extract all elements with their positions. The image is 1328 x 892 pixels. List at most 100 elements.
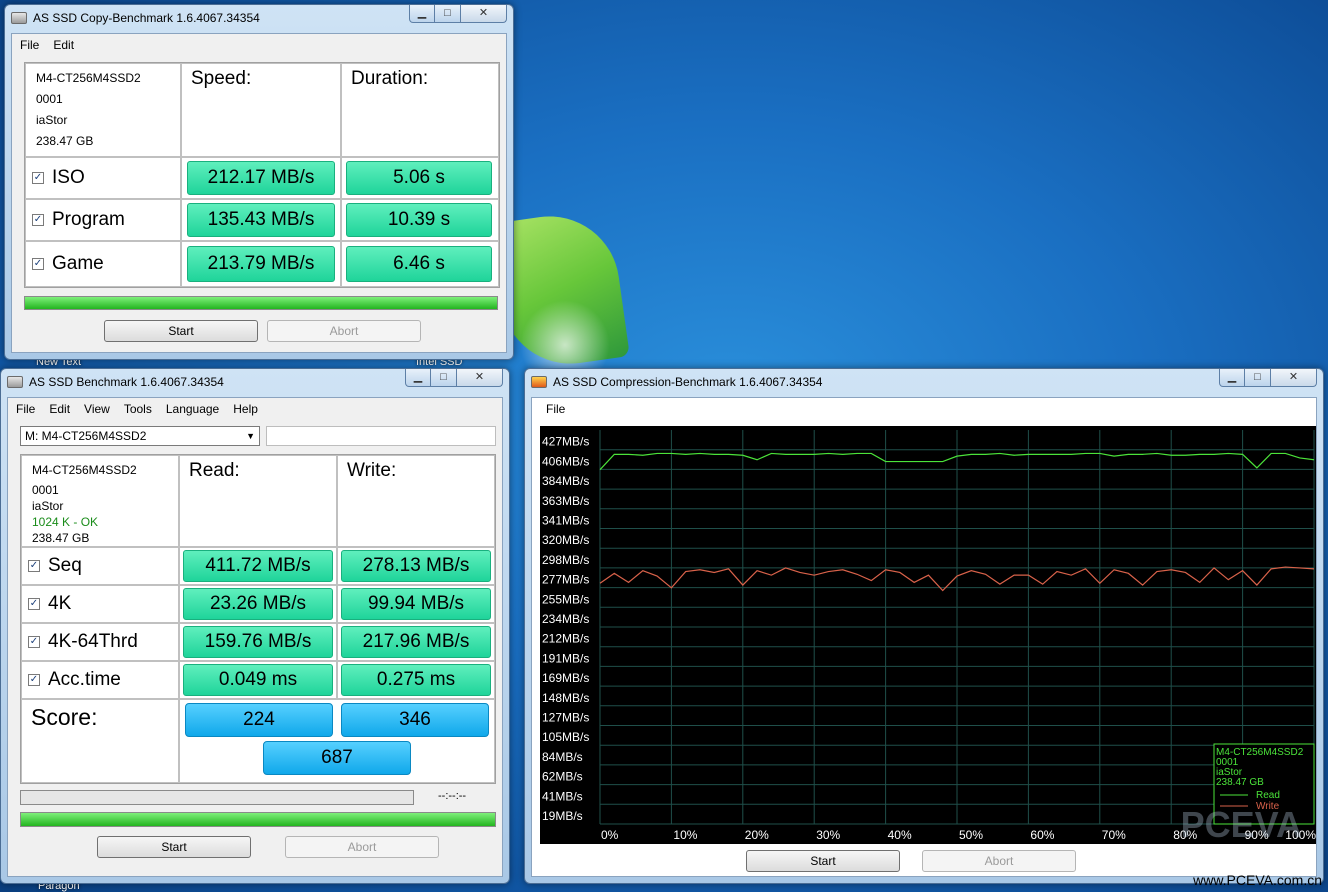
checkbox-program[interactable]: ✓	[32, 214, 44, 226]
score-write: 346	[341, 703, 489, 737]
menu-edit[interactable]: Edit	[53, 38, 74, 52]
window-client: File Edit M4-CT256M4SSD2 0001 iaStor 238…	[11, 33, 507, 353]
minimize-button[interactable]: ▁	[1219, 369, 1245, 387]
drive-firmware: 0001	[32, 483, 59, 497]
row-label-4k[interactable]: ✓ 4K	[21, 585, 179, 623]
minimize-button[interactable]: ▁	[409, 5, 435, 23]
row-label-program[interactable]: ✓ Program	[25, 199, 181, 241]
y-tick-label: 341MB/s	[542, 514, 589, 528]
row-label-text: Acc.time	[48, 669, 121, 690]
drive-model: M4-CT256M4SSD2	[32, 463, 137, 477]
y-tick-label: 41MB/s	[542, 789, 583, 803]
watermark: PCEVA	[1180, 804, 1302, 845]
menu-file[interactable]: File	[16, 402, 35, 416]
acctime-read-value: 0.049 ms	[183, 664, 333, 696]
y-tick-layer: 427MB/s 406MB/s 384MB/s 363MB/s 341MB/s 320MB…	[542, 435, 589, 823]
menu-view[interactable]: View	[84, 402, 110, 416]
iso-speed-value: 212.17 MB/s	[187, 161, 335, 195]
drive-size: 238.47 GB	[36, 134, 94, 148]
row-label-4k-64thrd[interactable]: ✓ 4K-64Thrd	[21, 623, 179, 661]
copy-benchmark-window: AS SSD Copy-Benchmark 1.6.4067.34354 ▁ □…	[4, 4, 514, 360]
abort-button[interactable]: Abort	[922, 850, 1076, 872]
y-tick-label: 19MB/s	[542, 809, 583, 823]
compression-benchmark-window: AS SSD Compression-Benchmark 1.6.4067.34…	[524, 368, 1324, 884]
time-readout: --:--:--	[438, 790, 467, 802]
maximize-button[interactable]: □	[431, 369, 457, 387]
abort-button[interactable]: Abort	[285, 836, 439, 858]
checkbox-acctime[interactable]: ✓	[28, 674, 40, 686]
y-tick-label: 298MB/s	[542, 553, 589, 567]
row-label-text: Game	[52, 253, 104, 274]
y-tick-label: 62MB/s	[542, 770, 583, 784]
y-tick-label: 234MB/s	[542, 612, 589, 626]
drive-firmware: 0001	[36, 92, 63, 106]
titlebar[interactable]: AS SSD Compression-Benchmark 1.6.4067.34…	[525, 369, 1323, 395]
menu-tools[interactable]: Tools	[124, 402, 152, 416]
window-client: File 427MB/s 406MB/s 384MB/s 363MB/s 341MB/s…	[531, 397, 1317, 877]
speed-header: Speed:	[181, 63, 341, 157]
start-button[interactable]: Start	[746, 850, 900, 872]
info-textbox[interactable]	[266, 426, 496, 446]
duration-header: Duration:	[341, 63, 499, 157]
y-tick-label: 406MB/s	[542, 454, 589, 468]
row-label-seq[interactable]: ✓ Seq	[21, 547, 179, 585]
x-tick-label: 30%	[816, 828, 840, 842]
titlebar[interactable]: AS SSD Benchmark 1.6.4067.34354 ▁ □ ✕	[1, 369, 509, 395]
y-tick-label: 84MB/s	[542, 750, 583, 764]
x-tick-label: 60%	[1030, 828, 1054, 842]
menu-help[interactable]: Help	[233, 402, 258, 416]
row-label-acctime[interactable]: ✓ Acc.time	[21, 661, 179, 699]
x-tick-label: 40%	[888, 828, 912, 842]
window-title: AS SSD Copy-Benchmark 1.6.4067.34354	[33, 11, 260, 25]
abort-button[interactable]: Abort	[267, 320, 421, 342]
drive-model: M4-CT256M4SSD2	[36, 71, 141, 85]
seq-write-value: 278.13 MB/s	[341, 550, 491, 582]
maximize-button[interactable]: □	[435, 5, 461, 23]
progress-fill	[25, 297, 497, 309]
y-tick-label: 212MB/s	[542, 632, 589, 646]
4k-read-value: 23.26 MB/s	[183, 588, 333, 620]
game-speed-value: 213.79 MB/s	[187, 246, 335, 282]
score-read: 224	[185, 703, 333, 737]
close-button[interactable]: ✕	[1271, 369, 1317, 387]
checkbox-iso[interactable]: ✓	[32, 172, 44, 184]
checkbox-4k-64thrd[interactable]: ✓	[28, 636, 40, 648]
menu-edit[interactable]: Edit	[49, 402, 70, 416]
titlebar[interactable]: AS SSD Copy-Benchmark 1.6.4067.34354 ▁ □…	[5, 5, 513, 31]
minimize-button[interactable]: ▁	[405, 369, 431, 387]
start-button[interactable]: Start	[97, 836, 251, 858]
start-button[interactable]: Start	[104, 320, 258, 342]
window-title: AS SSD Benchmark 1.6.4067.34354	[29, 375, 224, 389]
menu-file[interactable]: File	[546, 402, 565, 416]
menubar: File Edit View Tools Language Help	[8, 398, 502, 420]
game-duration-value: 6.46 s	[346, 246, 492, 282]
drive-select[interactable]: M: M4-CT256M4SSD2 ▼	[20, 426, 260, 446]
row-label-game[interactable]: ✓ Game	[25, 241, 181, 287]
x-tick-label: 50%	[959, 828, 983, 842]
y-tick-label: 277MB/s	[542, 573, 589, 587]
close-button[interactable]: ✕	[461, 5, 507, 23]
drive-info: M4-CT256M4SSD2 0001 iaStor 238.47 GB	[25, 63, 181, 157]
checkbox-4k[interactable]: ✓	[28, 598, 40, 610]
row-label-text: Program	[52, 209, 125, 230]
y-tick-label: 169MB/s	[542, 671, 589, 685]
results-grid: M4-CT256M4SSD2 0001 iaStor 1024 K - OK 2…	[20, 454, 496, 784]
y-tick-label: 105MB/s	[542, 730, 589, 744]
y-tick-label: 427MB/s	[542, 435, 589, 449]
menu-file[interactable]: File	[20, 38, 39, 52]
close-button[interactable]: ✕	[457, 369, 503, 387]
menu-language[interactable]: Language	[166, 402, 219, 416]
4k64-write-value: 217.96 MB/s	[341, 626, 491, 658]
checkbox-game[interactable]: ✓	[32, 258, 44, 270]
y-tick-label: 384MB/s	[542, 474, 589, 488]
checkbox-seq[interactable]: ✓	[28, 560, 40, 572]
maximize-button[interactable]: □	[1245, 369, 1271, 387]
drive-size: 238.47 GB	[32, 531, 90, 545]
grid-layer	[599, 430, 1315, 825]
acctime-write-value: 0.275 ms	[341, 664, 491, 696]
program-speed-value: 135.43 MB/s	[187, 203, 335, 237]
site-url: www.PCEVA.com.cn	[1193, 872, 1322, 888]
y-tick-label: 363MB/s	[542, 494, 589, 508]
row-label-iso[interactable]: ✓ ISO	[25, 157, 181, 199]
results-grid: M4-CT256M4SSD2 0001 iaStor 238.47 GB Spe…	[24, 62, 500, 288]
